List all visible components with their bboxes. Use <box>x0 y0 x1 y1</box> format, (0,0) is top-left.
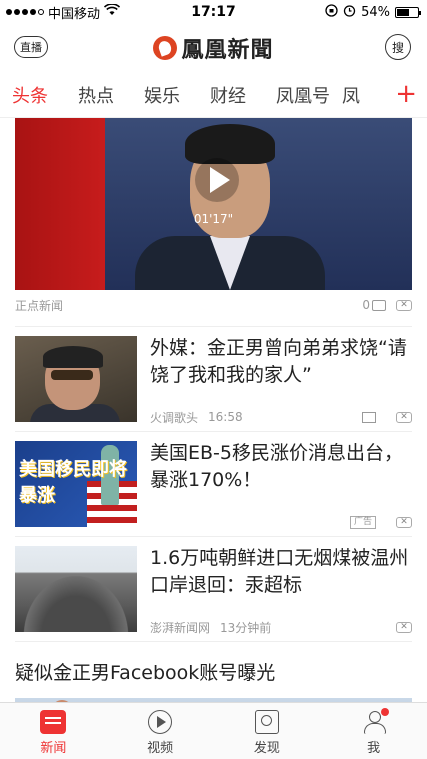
news-title[interactable]: 1.6万吨朝鲜进口无烟煤被温州口岸退回：汞超标 <box>150 545 412 599</box>
list-item-ad[interactable]: 美国移民即将暴涨 美国EB-5移民涨价消息出台，暴涨170%！ 广告 ✕ <box>15 432 412 537</box>
ad-thumbnail: 美国移民即将暴涨 <box>15 441 137 527</box>
search-button[interactable]: 搜 <box>385 34 411 60</box>
dislike-close-icon[interactable]: ✕ <box>396 516 412 528</box>
ad-thumbnail-text: 美国移民即将暴涨 <box>19 459 127 506</box>
video-icon <box>148 710 173 734</box>
news-source: 澎湃新闻网 <box>150 620 211 635</box>
news-meta: 火调歌头 16:58 ✕ <box>150 407 412 427</box>
play-icon[interactable] <box>195 158 239 202</box>
nav-profile[interactable]: 我 <box>320 703 427 759</box>
news-feed: 01'17" 正点新闻 0 ✕ 外媒：金正男曾向弟弟求饶“请饶了我和我的家人” … <box>0 118 427 748</box>
profile-icon <box>362 708 389 734</box>
comment-icon <box>372 300 386 311</box>
app-logo: 鳳凰新聞 <box>0 32 427 64</box>
news-title[interactable]: 美国EB-5移民涨价消息出台，暴涨170%！ <box>150 440 412 494</box>
news-source: 火调歌头 <box>150 410 199 425</box>
comment-count[interactable]: 0 <box>362 298 386 312</box>
list-item[interactable]: 1.6万吨朝鲜进口无烟煤被温州口岸退回：汞超标 澎湃新闻网 13分钟前 ✕ <box>15 537 412 642</box>
add-channel-button[interactable]: + <box>395 80 417 108</box>
news-thumbnail <box>15 546 137 632</box>
news-time: 16:58 <box>208 410 243 424</box>
nav-video[interactable]: 视频 <box>107 703 214 759</box>
rotation-lock-icon <box>325 3 338 21</box>
nav-label: 我 <box>367 741 381 756</box>
news-meta: 澎湃新闻网 13分钟前 ✕ <box>150 617 412 637</box>
dislike-close-icon[interactable]: ✕ <box>396 411 412 423</box>
battery-icon <box>395 6 421 18</box>
news-meta: 广告 ✕ <box>150 512 412 532</box>
bottom-nav: 新闻 视频 发现 我 <box>0 702 427 759</box>
tab-yule[interactable]: 娱乐 <box>132 82 198 108</box>
tab-redian[interactable]: 热点 <box>66 82 132 108</box>
nav-news[interactable]: 新闻 <box>0 703 107 759</box>
video-meta: 正点新闻 0 ✕ <box>15 290 412 320</box>
nav-discover[interactable]: 发现 <box>214 703 321 759</box>
tab-caijing[interactable]: 财经 <box>198 82 264 108</box>
list-item[interactable]: 外媒：金正男曾向弟弟求饶“请饶了我和我的家人” 火调歌头 16:58 ✕ <box>15 327 412 432</box>
channel-tabs: 头条 热点 娱乐 财经 凤凰号 凤 + <box>0 72 427 118</box>
phoenix-logo-icon <box>153 36 178 60</box>
alarm-icon <box>343 4 356 21</box>
news-icon <box>40 710 67 734</box>
news-title[interactable]: 疑似金正男Facebook账号曝光 <box>15 658 275 685</box>
news-title[interactable]: 外媒：金正男曾向弟弟求饶“请饶了我和我的家人” <box>150 335 412 389</box>
app-header: 直播 鳳凰新聞 搜 <box>0 24 427 72</box>
dislike-close-icon[interactable]: ✕ <box>396 621 412 633</box>
news-thumbnail <box>15 336 137 422</box>
status-right: 54% <box>325 3 421 21</box>
ad-badge: 广告 <box>349 515 376 529</box>
nav-label: 视频 <box>147 741 174 756</box>
video-player[interactable]: 01'17" <box>15 118 412 290</box>
battery-percent: 54% <box>361 4 390 20</box>
tab-toutiao[interactable]: 头条 <box>0 82 66 108</box>
status-bar: 中国移动 17:17 54% <box>0 0 427 24</box>
gallery-icon <box>362 411 376 423</box>
flag-backdrop <box>15 118 105 290</box>
nav-label: 发现 <box>253 741 280 756</box>
dislike-close-icon[interactable]: ✕ <box>396 299 412 311</box>
tab-fenghuanghao[interactable]: 凤凰号 <box>264 82 330 108</box>
news-time: 13分钟前 <box>220 620 272 635</box>
discover-icon <box>254 710 279 734</box>
video-source: 正点新闻 <box>15 298 64 313</box>
notification-badge <box>380 708 389 716</box>
logo-text: 鳳凰新聞 <box>181 37 274 63</box>
nav-label: 新闻 <box>40 741 67 756</box>
video-duration: 01'17" <box>193 212 234 226</box>
tab-partial[interactable]: 凤 <box>330 82 396 108</box>
